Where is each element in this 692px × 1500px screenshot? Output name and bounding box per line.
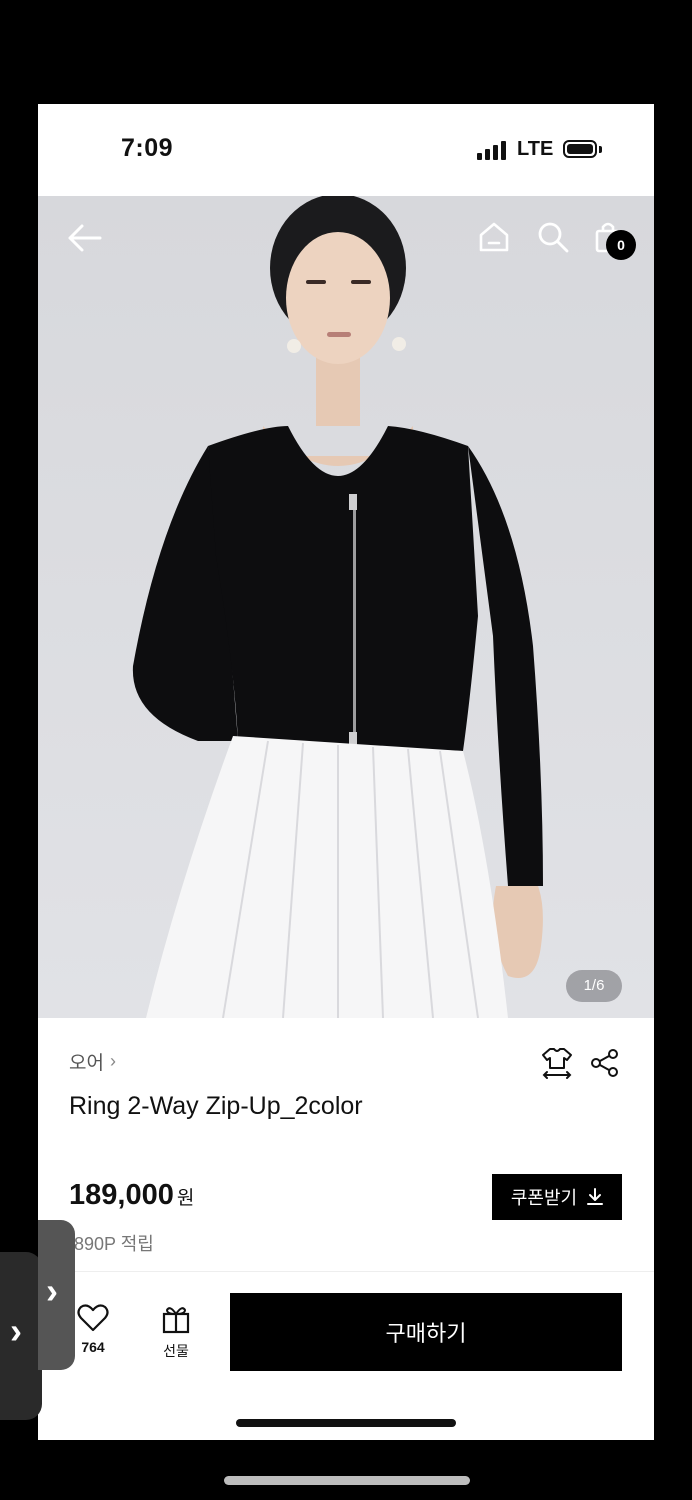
gallery-pager: 1/6: [566, 970, 622, 1002]
size-guide-icon[interactable]: [540, 1046, 574, 1085]
category-label: 오어: [69, 1053, 104, 1074]
share-icon[interactable]: [590, 1048, 620, 1083]
divider: [38, 1271, 654, 1272]
side-panel-handle[interactable]: ›: [0, 1252, 42, 1420]
chevron-right-icon: ›: [10, 1310, 22, 1351]
side-panel-handle-inner[interactable]: ›: [38, 1220, 75, 1370]
price-unit: 원: [176, 1188, 195, 1209]
price-value: 189,000: [69, 1179, 174, 1211]
like-button[interactable]: 764: [68, 1304, 118, 1355]
chevron-right-icon: ›: [109, 1051, 116, 1071]
download-icon: [587, 1188, 604, 1205]
like-count: 764: [81, 1339, 105, 1355]
product-price: 189,000 원: [69, 1179, 194, 1212]
battery-icon: [563, 140, 597, 158]
gift-button[interactable]: 선물: [151, 1304, 201, 1361]
reward-points: ,890P 적립: [69, 1234, 154, 1254]
coupon-button[interactable]: 쿠폰받기: [492, 1174, 622, 1220]
product-image[interactable]: [38, 196, 654, 1018]
home-indicator: [236, 1419, 456, 1427]
chevron-right-icon: ›: [46, 1270, 58, 1311]
status-time: 7:09: [121, 134, 174, 162]
phone-screen: 7:09 LTE 0 1/6 오어 › Ring 2-Way Zip-Up_2c…: [38, 104, 654, 1440]
gift-label: 선물: [163, 1343, 189, 1359]
cart-count-badge: 0: [606, 230, 636, 260]
gift-icon: [162, 1307, 190, 1334]
buy-button[interactable]: 구매하기: [230, 1293, 622, 1371]
outer-home-indicator: [224, 1476, 470, 1485]
coupon-label: 쿠폰받기: [510, 1188, 578, 1208]
signal-icon: [477, 140, 509, 160]
heart-icon: [77, 1304, 109, 1332]
network-label: LTE: [517, 138, 554, 160]
status-bar: 7:09 LTE: [38, 104, 654, 196]
product-title: Ring 2-Way Zip-Up_2color: [69, 1092, 363, 1120]
model-photo: [132, 196, 543, 1018]
buy-label: 구매하기: [385, 1321, 467, 1346]
category-breadcrumb[interactable]: 오어 ›: [69, 1048, 116, 1075]
